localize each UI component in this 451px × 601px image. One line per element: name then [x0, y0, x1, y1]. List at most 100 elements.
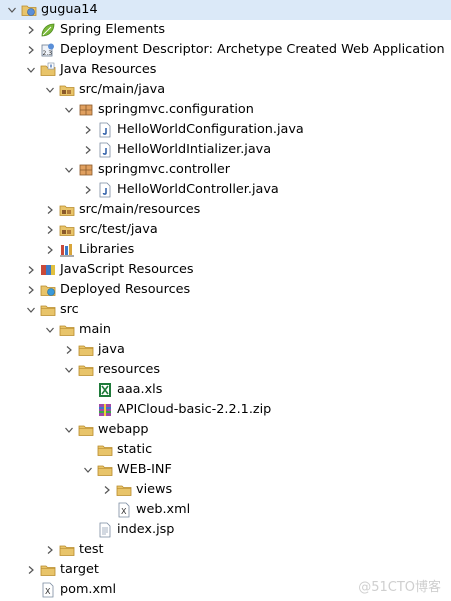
chevron-down-icon[interactable]: [25, 300, 37, 320]
tree-item[interactable]: gugua14: [0, 0, 451, 20]
java-resources-icon: [40, 62, 56, 78]
chevron-down-icon[interactable]: [63, 360, 75, 380]
tree-item-label: HelloWorldConfiguration.java: [117, 122, 304, 137]
chevron-right-icon[interactable]: [44, 540, 56, 560]
tree-item-label: web.xml: [136, 502, 191, 517]
web-project-icon: [21, 2, 37, 18]
tree-item-label: webapp: [98, 422, 149, 437]
chevron-right-icon[interactable]: [44, 200, 56, 220]
tree-item[interactable]: java: [0, 340, 451, 360]
tree-item[interactable]: HelloWorldController.java: [0, 180, 451, 200]
java-file-icon: [97, 142, 113, 158]
tree-item-label: Java Resources: [60, 62, 157, 77]
deployed-resources-icon: [40, 282, 56, 298]
tree-item[interactable]: src/main/java: [0, 80, 451, 100]
tree-item[interactable]: Deployed Resources: [0, 280, 451, 300]
tree-item-label: java: [98, 342, 125, 357]
tree-item-label: src/main/java: [79, 82, 166, 97]
tree-item-label: resources: [98, 362, 161, 377]
source-folder-icon: [59, 222, 75, 238]
folder-icon: [78, 422, 94, 438]
chevron-right-icon[interactable]: [44, 240, 56, 260]
tree-item[interactable]: test: [0, 540, 451, 560]
chevron-right-icon[interactable]: [63, 340, 75, 360]
tree-item[interactable]: APICloud-basic-2.2.1.zip: [0, 400, 451, 420]
chevron-right-icon[interactable]: [25, 260, 37, 280]
tree-item[interactable]: resources: [0, 360, 451, 380]
package-icon: [78, 162, 94, 178]
tree-item[interactable]: HelloWorldIntializer.java: [0, 140, 451, 160]
svg-text:X: X: [121, 507, 127, 516]
tree-item[interactable]: 2.3 Deployment Descriptor: Archetype Crea…: [0, 40, 451, 60]
chevron-right-icon[interactable]: [25, 280, 37, 300]
tree-item[interactable]: Xweb.xml: [0, 500, 451, 520]
tree-item-label: pom.xml: [60, 582, 117, 597]
source-folder-icon: [59, 202, 75, 218]
tree-item[interactable]: main: [0, 320, 451, 340]
tree-item-label: gugua14: [41, 2, 98, 17]
chevron-down-icon[interactable]: [63, 160, 75, 180]
chevron-right-icon[interactable]: [82, 140, 94, 160]
tree-item[interactable]: HelloWorldConfiguration.java: [0, 120, 451, 140]
tree-item[interactable]: Libraries: [0, 240, 451, 260]
svg-text:2.3: 2.3: [43, 50, 53, 57]
tree-item-label: springmvc.configuration: [98, 102, 254, 117]
tree-item-label: Deployment Descriptor: Archetype Created…: [60, 42, 445, 57]
tree-item-label: views: [136, 482, 173, 497]
tree-item[interactable]: src/test/java: [0, 220, 451, 240]
tree-item-label: WEB-INF: [117, 462, 172, 477]
folder-icon: [78, 342, 94, 358]
tree-item[interactable]: aaa.xls: [0, 380, 451, 400]
tree-item-label: src: [60, 302, 79, 317]
chevron-right-icon[interactable]: [25, 20, 37, 40]
tree-item[interactable]: Spring Elements: [0, 20, 451, 40]
tree-item[interactable]: src/main/resources: [0, 200, 451, 220]
chevron-right-icon[interactable]: [44, 220, 56, 240]
tree-item-label: JavaScript Resources: [60, 262, 194, 277]
chevron-down-icon[interactable]: [82, 460, 94, 480]
tree-item-label: HelloWorldController.java: [117, 182, 279, 197]
tree-item[interactable]: springmvc.configuration: [0, 100, 451, 120]
folder-icon: [40, 562, 56, 578]
chevron-down-icon[interactable]: [44, 80, 56, 100]
tree-item[interactable]: JavaScript Resources: [0, 260, 451, 280]
chevron-right-icon[interactable]: [82, 120, 94, 140]
tree-item[interactable]: webapp: [0, 420, 451, 440]
tree-item[interactable]: static: [0, 440, 451, 460]
tree-item-label: Libraries: [79, 242, 135, 257]
tree-item-label: Deployed Resources: [60, 282, 191, 297]
xml-file-icon: X: [40, 582, 56, 598]
tree-item-label: APICloud-basic-2.2.1.zip: [117, 402, 272, 417]
spring-leaf-icon: [40, 22, 56, 38]
source-folder-icon: [59, 82, 75, 98]
tree-item[interactable]: springmvc.controller: [0, 160, 451, 180]
javascript-resources-icon: [40, 262, 56, 278]
chevron-down-icon[interactable]: [6, 0, 18, 20]
chevron-down-icon[interactable]: [25, 60, 37, 80]
chevron-right-icon[interactable]: [25, 40, 37, 60]
watermark: @51CTO博客: [358, 580, 441, 595]
chevron-down-icon[interactable]: [63, 100, 75, 120]
tree-item-label: static: [117, 442, 153, 457]
tree-item-label: springmvc.controller: [98, 162, 231, 177]
chevron-right-icon[interactable]: [101, 480, 113, 500]
tree-item[interactable]: views: [0, 480, 451, 500]
tree-item-label: aaa.xls: [117, 382, 163, 397]
tree-item[interactable]: WEB-INF: [0, 460, 451, 480]
tree-item[interactable]: Java Resources: [0, 60, 451, 80]
folder-icon: [59, 322, 75, 338]
chevron-right-icon[interactable]: [25, 560, 37, 580]
tree-item-label: index.jsp: [117, 522, 175, 537]
jsp-file-icon: [97, 522, 113, 538]
chevron-right-icon[interactable]: [82, 180, 94, 200]
libraries-icon: [59, 242, 75, 258]
tree-item[interactable]: index.jsp: [0, 520, 451, 540]
folder-icon: [97, 462, 113, 478]
chevron-down-icon[interactable]: [44, 320, 56, 340]
java-file-icon: [97, 182, 113, 198]
package-icon: [78, 102, 94, 118]
chevron-down-icon[interactable]: [63, 420, 75, 440]
tree-item-label: Spring Elements: [60, 22, 166, 37]
java-file-icon: [97, 122, 113, 138]
tree-item[interactable]: src: [0, 300, 451, 320]
